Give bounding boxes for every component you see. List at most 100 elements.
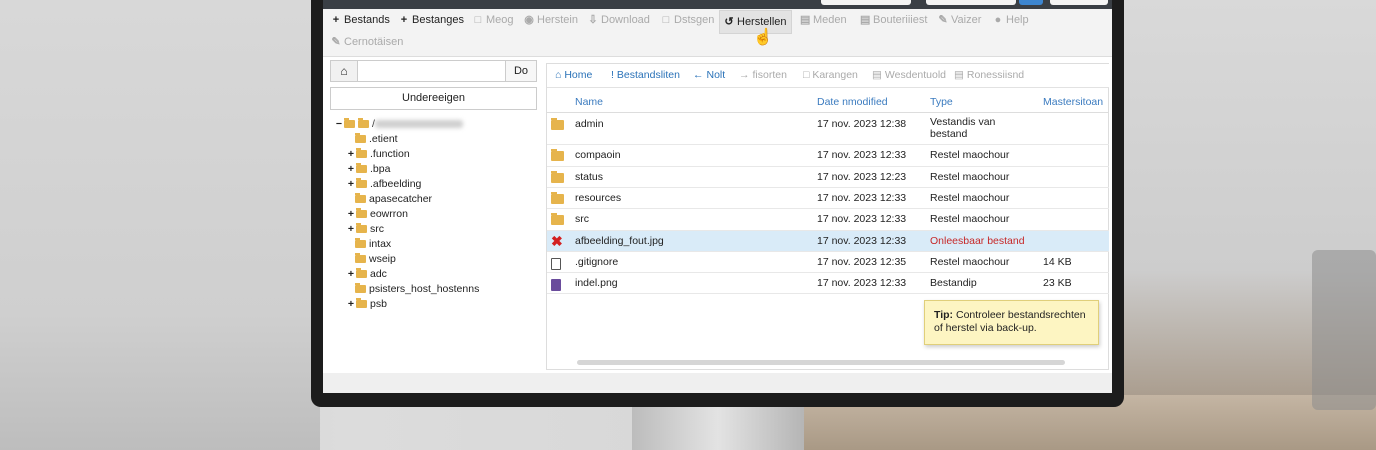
nav-wesdentuold[interactable]: ▤ Wesdentuold	[872, 64, 946, 86]
bestands-button[interactable]: + Bestands	[327, 9, 394, 31]
herstein-button[interactable]: ◉ Herstein	[520, 9, 582, 31]
go-button[interactable]: Do	[506, 60, 537, 82]
tree-node-label: psisters_host_hostenns	[369, 283, 480, 295]
folder-icon	[551, 118, 564, 130]
table-row[interactable]: compaoin 17 nov. 2023 12:33 Restel maochou…	[547, 145, 1109, 167]
nav-fisorten-icon: →	[739, 69, 750, 81]
bestanges-button[interactable]: + Bestanges	[395, 9, 468, 31]
table-row[interactable]: status 17 nov. 2023 12:23 Restel maochour	[547, 167, 1109, 188]
nav-label: Nolt	[706, 69, 726, 81]
table-row[interactable]: indel.png 17 nov. 2023 12:33 Bestandip 23 K…	[547, 273, 1109, 294]
tree-node[interactable]: + .bpa	[346, 162, 390, 177]
file-date: 17 nov. 2023 12:35	[817, 256, 907, 268]
toolbar: + Bestands + Bestanges □ Meog ◉ Herstein ⇩ Downlo…	[323, 9, 1112, 57]
tree-node[interactable]: apasecatcher	[355, 192, 432, 207]
nav-nolt[interactable]: ← Nolt	[693, 64, 725, 86]
vaizer-button[interactable]: ✎ Vaizer	[934, 9, 985, 31]
bouteriiiest-button[interactable]: ▤ Bouteriiiest	[856, 9, 931, 31]
folder-icon	[551, 192, 564, 204]
table-header: Name Date nmodified Type Mastersitoan	[547, 91, 1109, 113]
nav-bestandsliten[interactable]: ! Bestandsliten	[611, 64, 680, 86]
expand-icon[interactable]: +	[346, 147, 356, 162]
dstsgen-button[interactable]: □ Dstsgen	[657, 9, 718, 31]
file-date: 17 nov. 2023 12:33	[817, 235, 907, 247]
bouteriiiest-label: Bouteriiiest	[873, 14, 928, 26]
tree-node[interactable]: .etient	[355, 132, 398, 147]
file-type: Bestandip	[930, 277, 977, 289]
folder-icon	[356, 178, 367, 188]
cernotaisen-button[interactable]: ✎ Cernotäisen	[327, 31, 407, 53]
tree-node[interactable]: wseip	[355, 252, 396, 267]
file-type: Onleesbaar bestand	[930, 235, 1025, 247]
table-row[interactable]: ✖ afbeelding_fout.jpg 17 nov. 2023 12:33 On…	[547, 231, 1109, 252]
top-strip-button[interactable]	[1050, 0, 1108, 5]
download-button[interactable]: ⇩ Download	[584, 9, 654, 31]
table-row[interactable]: admin 17 nov. 2023 12:38 Vestandis van bes…	[547, 114, 1109, 145]
tree-node-label: .bpa	[370, 163, 391, 175]
file-date: 17 nov. 2023 12:38	[817, 118, 907, 130]
left-panel: ⌂ Do Undereeigen − / .etient + .function + .bp…	[330, 60, 537, 370]
home-icon: ⌂	[340, 64, 348, 78]
tree-node[interactable]: + psb	[346, 297, 387, 312]
home-button[interactable]: ⌂	[330, 60, 358, 82]
dstsgen-label: Dstsgen	[674, 14, 715, 26]
expand-icon[interactable]: +	[346, 162, 356, 177]
tree-node[interactable]: + eowrron	[346, 207, 408, 222]
col-date-header[interactable]: Date nmodified	[817, 96, 888, 108]
meden-icon: ▤	[800, 14, 811, 26]
file-date: 17 nov. 2023 12:33	[817, 192, 907, 204]
top-strip	[323, 0, 1112, 9]
expand-icon[interactable]: +	[346, 267, 356, 282]
table-row[interactable]: resources 17 nov. 2023 12:33 Restel maocho…	[547, 188, 1109, 209]
nav-label: Bestandsliten	[616, 69, 680, 81]
top-strip-button[interactable]	[821, 0, 911, 5]
nav-home[interactable]: ⌂ Home	[555, 64, 592, 86]
tree-node[interactable]: intax	[355, 237, 391, 252]
tree-node-label: eowrron	[370, 208, 408, 220]
nav-fisorten[interactable]: → fisorten	[739, 64, 787, 86]
tree-node-label: apasecatcher	[369, 193, 433, 205]
folder-icon	[355, 253, 366, 263]
file-name: src	[575, 213, 589, 225]
tree-node[interactable]: psisters_host_hostenns	[355, 282, 479, 297]
expand-icon[interactable]: +	[346, 222, 356, 237]
file-date: 17 nov. 2023 12:33	[817, 277, 907, 289]
expand-icon[interactable]: +	[346, 207, 356, 222]
folder-icon	[551, 171, 564, 183]
tree-node-label: .function	[370, 148, 410, 160]
tree-node[interactable]: − /	[334, 117, 463, 132]
folder-icon	[356, 223, 367, 233]
nav-wesdentuold-icon: ▤	[872, 69, 882, 81]
file-date: 17 nov. 2023 12:33	[817, 213, 907, 225]
tree-node[interactable]: + .function	[346, 147, 410, 162]
col-name-header[interactable]: Name	[575, 96, 603, 108]
expand-icon[interactable]: +	[346, 177, 356, 192]
path-input[interactable]	[358, 60, 506, 82]
file-type: Vestandis van bestand	[930, 116, 996, 140]
folder-icon	[356, 298, 367, 308]
nav-karangen[interactable]: □ Karangen	[803, 64, 858, 86]
col-size-header[interactable]: Mastersitoan	[1043, 96, 1103, 108]
tree-node[interactable]: + .afbeelding	[346, 177, 421, 192]
meden-button[interactable]: ▤ Meden	[796, 9, 851, 31]
tree-node-label: psb	[370, 298, 387, 310]
horizontal-scrollbar[interactable]	[577, 360, 1065, 365]
undereeigen-button[interactable]: Undereeigen	[330, 87, 537, 110]
nav-ronessiisnd[interactable]: ▤ Ronessiisnd	[954, 64, 1024, 86]
collapse-icon[interactable]: −	[334, 117, 344, 132]
table-row[interactable]: src 17 nov. 2023 12:33 Restel maochour	[547, 209, 1109, 231]
top-strip-button[interactable]	[926, 0, 1016, 5]
nav-bestandsliten-icon: !	[611, 69, 614, 81]
tree-node[interactable]: + src	[346, 222, 384, 237]
help-button[interactable]: ● Help	[989, 9, 1033, 31]
tree-node-label: wseip	[369, 253, 396, 265]
meog-button[interactable]: □ Meog	[469, 9, 518, 31]
col-type-header[interactable]: Type	[930, 96, 953, 108]
expand-icon[interactable]: +	[346, 297, 356, 312]
top-strip-button[interactable]	[1019, 0, 1043, 5]
tree-node-label: intax	[369, 238, 392, 250]
tree-node[interactable]: + adc	[346, 267, 387, 282]
table-row[interactable]: .gitignore 17 nov. 2023 12:35 Restel maoch…	[547, 252, 1109, 273]
nav-karangen-icon: □	[803, 69, 810, 81]
file-name: indel.png	[575, 277, 618, 289]
